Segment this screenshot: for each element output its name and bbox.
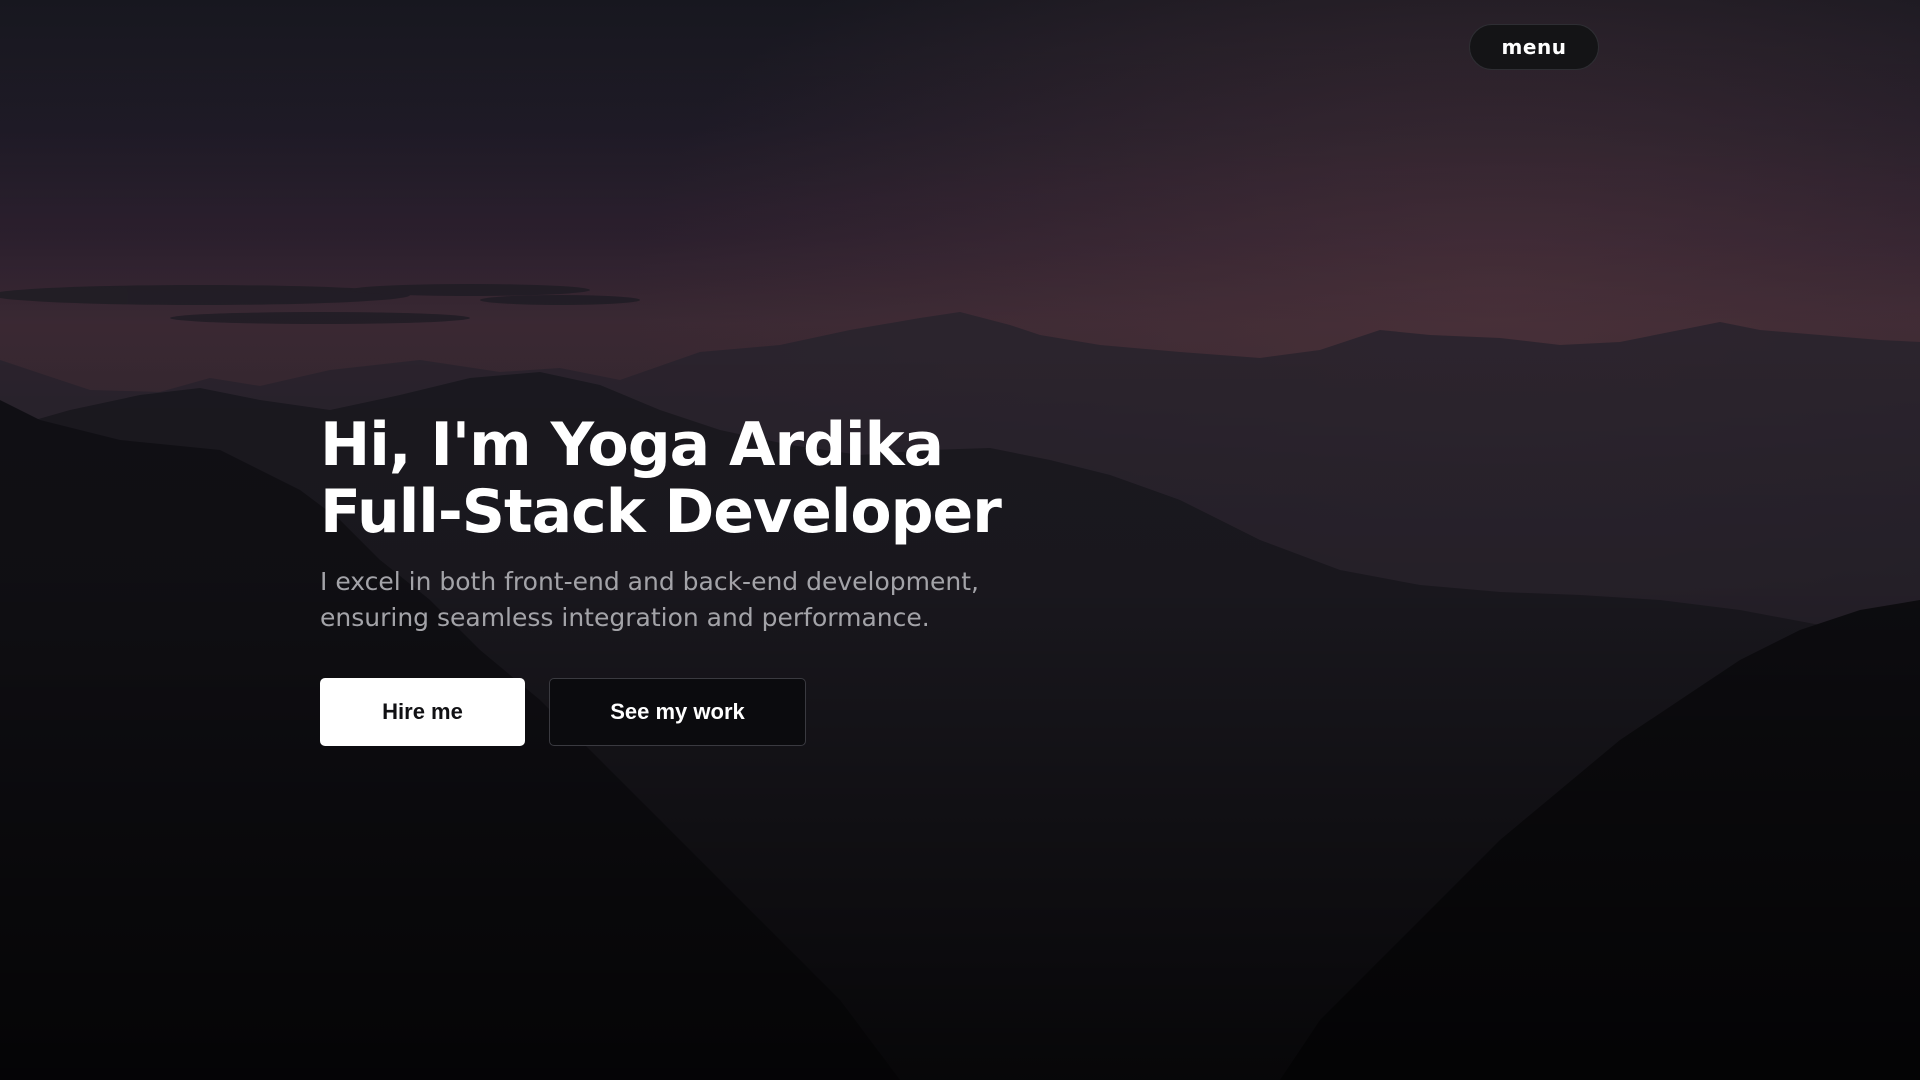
menu-button[interactable]: menu xyxy=(1469,24,1599,70)
hero-description: I excel in both front-end and back-end d… xyxy=(320,567,979,632)
see-my-work-button[interactable]: See my work xyxy=(549,678,806,746)
page: menu Hi, I'm Yoga Ardika Full-Stack Deve… xyxy=(0,0,1920,1080)
hero-title-greeting: Hi, I'm Yoga Ardika xyxy=(320,410,944,480)
hero-title-role: Full-Stack Developer xyxy=(320,477,1002,547)
hire-me-button[interactable]: Hire me xyxy=(320,678,525,746)
hero-section: Hi, I'm Yoga Ardika Full-Stack Developer… xyxy=(320,412,1220,746)
hero-actions: Hire me See my work xyxy=(320,678,1220,746)
hero-title: Hi, I'm Yoga Ardika Full-Stack Developer xyxy=(320,412,1220,546)
